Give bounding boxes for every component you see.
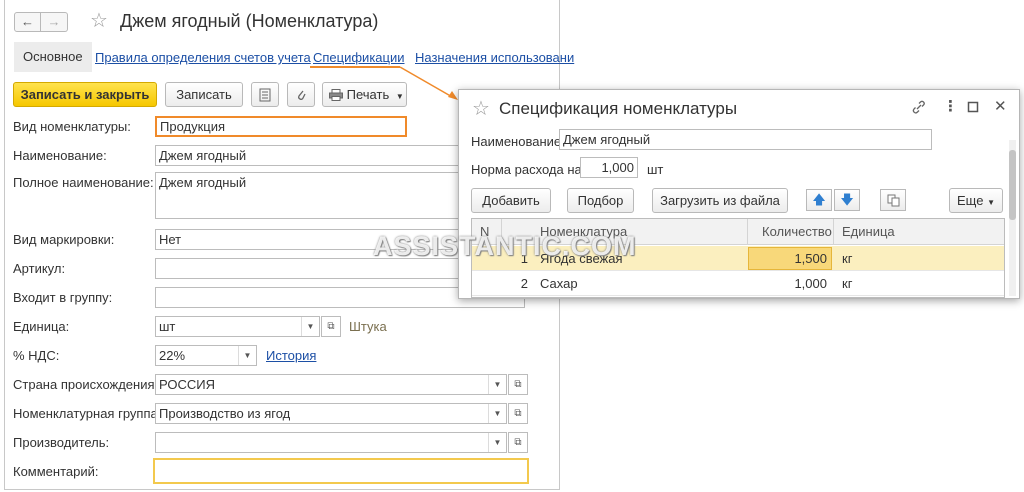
country-label: Страна происхождения:: [13, 377, 159, 392]
norm-field[interactable]: 1,000: [580, 157, 638, 178]
pick-button[interactable]: Подбор: [567, 188, 634, 213]
comment-label: Комментарий:: [13, 464, 99, 479]
country-field[interactable]: РОССИЯ ▼: [155, 374, 507, 395]
forward-button[interactable]: →: [41, 12, 68, 32]
table-row[interactable]: 2 Сахар 1,000 кг: [472, 271, 1004, 296]
chevron-down-icon: ▼: [987, 198, 995, 207]
more-label: Еще: [957, 193, 984, 208]
row-item[interactable]: Сахар: [540, 271, 740, 296]
vat-value: 22%: [159, 348, 186, 363]
more-actions-icon[interactable]: ⋮: [943, 99, 958, 115]
dialog-name-field[interactable]: Джем ягодный: [559, 129, 932, 150]
arrow-right-icon: →: [47, 14, 61, 29]
chevron-down-icon: ▼: [395, 92, 404, 101]
vat-label: % НДС:: [13, 348, 60, 363]
maker-field[interactable]: ▼: [155, 432, 507, 453]
country-value: РОССИЯ: [159, 377, 216, 392]
move-down-button[interactable]: 🡇: [834, 189, 860, 211]
open-form-icon: ⧉: [514, 437, 522, 448]
group-label: Входит в группу:: [13, 290, 113, 305]
open-nomgroup-button[interactable]: ⧉: [508, 403, 528, 424]
row-qty[interactable]: 1,000: [748, 271, 832, 296]
arrow-up-icon: 🡅: [812, 192, 826, 207]
kind-field[interactable]: Продукция: [155, 116, 407, 137]
nomgroup-value: Производство из ягод: [159, 406, 291, 421]
save-and-close-button[interactable]: Записать и закрыть: [13, 82, 157, 107]
comment-field[interactable]: [153, 458, 529, 484]
save-button[interactable]: Записать: [165, 82, 243, 107]
load-from-file-button[interactable]: Загрузить из файла: [652, 188, 788, 213]
tab-usage-purposes[interactable]: Назначения использовани: [415, 50, 574, 65]
full-name-label: Полное наименование:: [13, 175, 154, 190]
tab-account-rules[interactable]: Правила определения счетов учета: [95, 50, 311, 65]
dialog-title: Спецификация номенклатуры: [499, 99, 738, 118]
dialog-scrollbar[interactable]: [1009, 140, 1016, 296]
nomgroup-label: Номенклатурная группа:: [13, 406, 162, 421]
printer-icon: [329, 89, 343, 101]
vat-history-link[interactable]: История: [266, 348, 316, 363]
row-number: 2: [520, 276, 528, 291]
open-country-button[interactable]: ⧉: [508, 374, 528, 395]
open-form-icon: ⧉: [514, 379, 522, 390]
favorite-star-icon[interactable]: ☆: [472, 99, 490, 119]
row-qty[interactable]: 1,500: [748, 247, 832, 270]
kind-label: Вид номенклатуры:: [13, 119, 131, 134]
print-button[interactable]: Печать ▼: [322, 82, 407, 107]
print-label: Печать: [346, 87, 390, 102]
specification-dialog: ☆ Спецификация номенклатуры ⋮ ✕ Наименов…: [458, 89, 1020, 299]
favorite-star-icon[interactable]: ☆: [90, 11, 108, 31]
list-report-button[interactable]: [251, 82, 279, 107]
nomgroup-field[interactable]: Производство из ягод ▼: [155, 403, 507, 424]
dropdown-arrow-icon[interactable]: ▼: [301, 317, 319, 336]
unit-label: Единица:: [13, 319, 70, 334]
marking-label: Вид маркировки:: [13, 232, 115, 247]
dropdown-arrow-icon[interactable]: ▼: [488, 375, 506, 394]
column-header-unit[interactable]: Единица: [834, 219, 1004, 245]
open-form-icon: ⧉: [514, 408, 522, 419]
name-field[interactable]: Джем ягодный: [155, 145, 461, 166]
paperclip-icon: [298, 90, 306, 100]
row-unit[interactable]: кг: [842, 246, 902, 271]
vat-field[interactable]: 22% ▼: [155, 345, 257, 366]
unit-value: шт: [159, 319, 176, 334]
copy-icon: [887, 194, 899, 207]
maximize-icon[interactable]: [967, 99, 979, 117]
open-maker-button[interactable]: ⧉: [508, 432, 528, 453]
dropdown-arrow-icon[interactable]: ▼: [238, 346, 256, 365]
row-unit[interactable]: кг: [842, 271, 902, 296]
back-button[interactable]: ←: [14, 12, 41, 32]
name-label: Наименование:: [13, 148, 107, 163]
unit-full-name: Штука: [349, 319, 387, 334]
window-title: Джем ягодный (Номенклатура): [120, 11, 379, 31]
scrollbar-thumb[interactable]: [1009, 150, 1016, 220]
maker-label: Производитель:: [13, 435, 110, 450]
article-label: Артикул:: [13, 261, 66, 276]
add-button[interactable]: Добавить: [471, 188, 551, 213]
tab-main[interactable]: Основное: [14, 42, 92, 72]
norm-label: Норма расхода на: [471, 162, 582, 177]
copy-table-button[interactable]: [880, 189, 906, 211]
arrow-left-icon: ←: [21, 14, 34, 29]
attach-files-button[interactable]: [287, 82, 315, 107]
window-titlebar: ← → ☆ Джем ягодный (Номенклатура): [5, 0, 559, 42]
move-up-button[interactable]: 🡅: [806, 189, 832, 211]
dialog-name-label: Наименование:: [471, 134, 565, 149]
tab-specifications[interactable]: Спецификации: [313, 50, 405, 65]
more-button[interactable]: Еще ▼: [949, 188, 1003, 213]
full-name-field[interactable]: Джем ягодный: [155, 172, 461, 219]
arrow-down-icon: 🡇: [840, 192, 854, 207]
norm-unit: шт: [647, 162, 664, 177]
watermark: ASSISTANTIC.COM: [373, 231, 637, 261]
open-unit-button[interactable]: ⧉: [321, 316, 341, 337]
close-icon[interactable]: ✕: [994, 99, 1007, 115]
unit-field[interactable]: шт ▼: [155, 316, 320, 337]
dropdown-arrow-icon[interactable]: ▼: [488, 433, 506, 452]
section-tabs: Основное Правила определения счетов учет…: [5, 42, 574, 72]
link-icon[interactable]: [911, 99, 927, 119]
open-form-icon: ⧉: [327, 321, 335, 332]
column-header-qty[interactable]: Количество: [748, 219, 834, 245]
dropdown-arrow-icon[interactable]: ▼: [488, 404, 506, 423]
document-list-icon: [259, 88, 271, 102]
